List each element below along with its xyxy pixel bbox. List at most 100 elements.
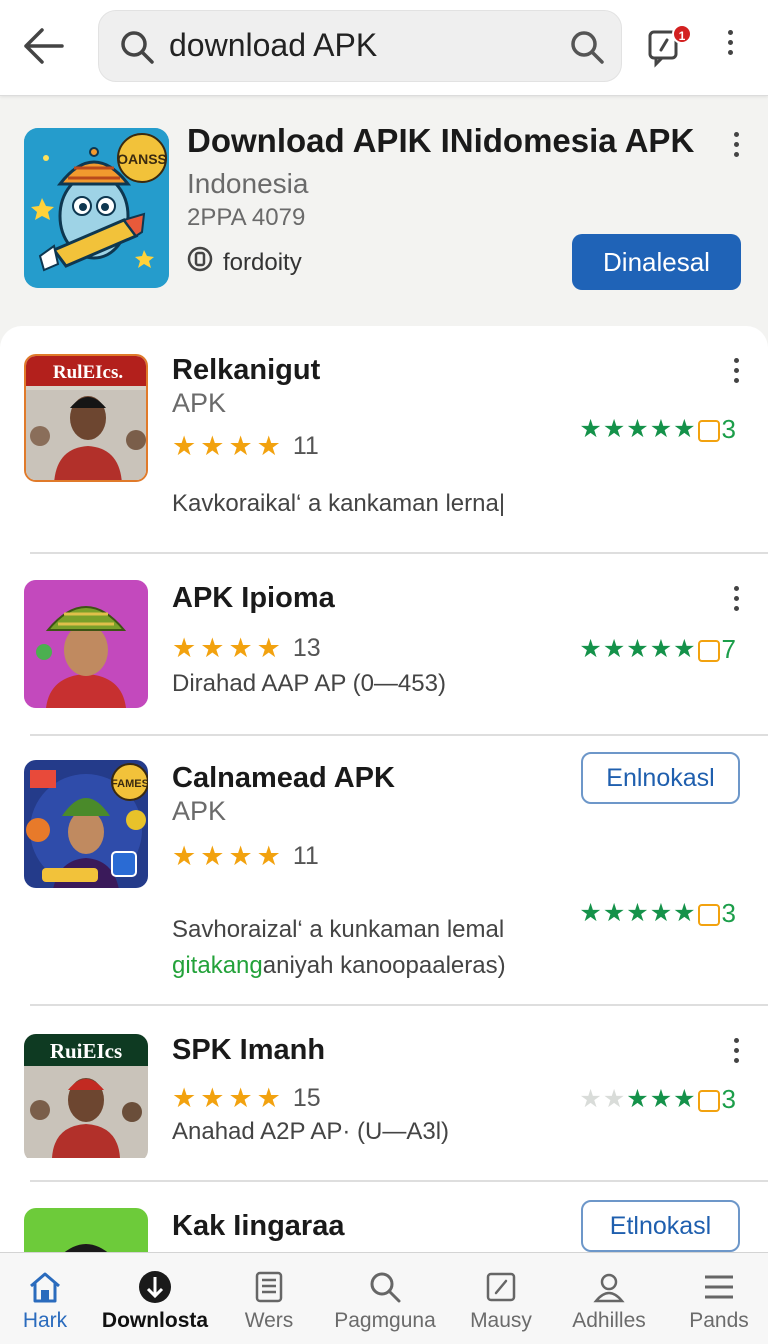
- featured-more-icon[interactable]: [724, 132, 748, 166]
- nav-tab-mausy[interactable]: Mausy: [446, 1253, 556, 1344]
- green-star-icon: ★: [602, 415, 626, 443]
- store-rating: ★ ★ ★ ★ ★ 3: [578, 898, 736, 929]
- featured-app-card[interactable]: OANSS Download APIK INidomesia APK Indon…: [0, 98, 768, 328]
- app-icon[interactable]: RuiEIcs: [24, 1034, 148, 1162]
- list-item[interactable]: Kak Iingaraa Etlnokasl: [0, 1182, 768, 1256]
- nav-tab-profile[interactable]: Adhilles: [554, 1253, 664, 1344]
- menu-icon: [701, 1269, 737, 1305]
- list-item[interactable]: FAMES Calnamead APK Enlnokasl APK ★ ★ ★ ★ 11…: [0, 736, 768, 1004]
- nav-tab-wers[interactable]: Wers: [214, 1253, 324, 1344]
- star-icon: ★: [172, 1083, 197, 1113]
- rating-badge-icon: [697, 639, 720, 662]
- app-description-line2: gitakanganiyah kanoopaaleras): [172, 952, 506, 980]
- store-rating: ★ ★ ★ ★ ★ 7: [578, 634, 736, 665]
- store-rating: ★ ★ ★ ★ ★ 3: [578, 1084, 736, 1115]
- app-icon[interactable]: RulEIcs.: [24, 354, 148, 482]
- green-star-icon: ★: [626, 1085, 649, 1113]
- search-query-text[interactable]: download APK: [169, 27, 377, 64]
- star-icon: ★: [256, 633, 281, 663]
- nav-label: Wers: [244, 1309, 294, 1332]
- app-description: Savhoraizal‘ a kunkaman lemal: [172, 916, 505, 943]
- nav-tab-search[interactable]: Pagmguna: [330, 1253, 440, 1344]
- green-star-icon: ★: [602, 1085, 626, 1113]
- green-star-icon: ★: [673, 899, 696, 927]
- app-icon[interactable]: FAMES: [24, 760, 148, 888]
- search-submit-icon[interactable]: [569, 29, 605, 70]
- store-rating-value: 7: [721, 634, 736, 664]
- app-name[interactable]: Relkanigut: [172, 354, 320, 387]
- more-options-icon[interactable]: [718, 30, 742, 66]
- green-star-icon: ★: [673, 1085, 696, 1113]
- star-icon: ★: [228, 431, 253, 461]
- green-star-icon: ★: [626, 415, 649, 443]
- app-description: Kavkoraikal‘ a kankaman lerna|: [172, 490, 506, 517]
- green-star-icon: ★: [649, 1085, 673, 1113]
- nav-label: Adhilles: [572, 1309, 646, 1332]
- star-icon: ★: [200, 841, 225, 871]
- green-star-icon: ★: [649, 899, 673, 927]
- install-button[interactable]: Enlnokasl: [581, 752, 740, 804]
- green-star-icon: ★: [673, 635, 696, 663]
- featured-app-meta: 2PPA 4079: [187, 204, 306, 231]
- star-icon: ★: [200, 633, 225, 663]
- edit-icon: [483, 1269, 519, 1305]
- app-icon[interactable]: [24, 580, 148, 708]
- item-more-icon[interactable]: [724, 586, 748, 620]
- rating-badge-icon: [697, 903, 720, 926]
- review-count: 11: [292, 842, 319, 870]
- review-count: 15: [292, 1084, 321, 1112]
- nav-label: Mausy: [470, 1309, 532, 1332]
- list-item[interactable]: APK Ipioma ★ ★ ★ ★ 13 ★ ★ ★ ★ ★ 7 Dirahad AAP AP …: [0, 554, 768, 734]
- notification-badge: 1: [672, 24, 692, 44]
- app-name[interactable]: Calnamead APK: [172, 762, 395, 795]
- developer-badge-icon: [187, 246, 213, 279]
- green-star-icon: ★: [579, 1085, 602, 1113]
- featured-app-subtitle: Indonesia: [187, 168, 309, 199]
- green-star-icon: ★: [649, 635, 673, 663]
- store-rating: ★ ★ ★ ★ ★ 3: [578, 414, 736, 445]
- nav-tab-home[interactable]: Hark: [0, 1253, 100, 1344]
- rating-badge-icon: [697, 1089, 720, 1112]
- item-more-icon[interactable]: [724, 1038, 748, 1072]
- star-icon: ★: [256, 431, 281, 461]
- store-rating-value: 3: [721, 1084, 736, 1114]
- star-icon: ★: [172, 633, 197, 663]
- list-icon: [251, 1269, 287, 1305]
- app-results-list: RulEIcs. Relkanigut APK ★ ★ ★ ★ 11 ★ ★ ★ ★ ★ 3 Ka…: [0, 326, 768, 1256]
- home-icon: [27, 1269, 63, 1305]
- green-star-icon: ★: [579, 415, 602, 443]
- app-name[interactable]: APK Ipioma: [172, 582, 335, 615]
- featured-download-button[interactable]: Dinalesal: [572, 234, 741, 290]
- nav-tab-downloads[interactable]: Downlosta: [100, 1253, 210, 1344]
- app-name[interactable]: Kak Iingaraa: [172, 1210, 344, 1243]
- nav-label: Pagmguna: [334, 1309, 436, 1332]
- green-star-icon: ★: [626, 635, 649, 663]
- nav-tab-menu[interactable]: Pands: [664, 1253, 768, 1344]
- featured-app-icon[interactable]: OANSS: [24, 128, 169, 288]
- svg-text:RuiEIcs: RuiEIcs: [50, 1039, 122, 1063]
- app-description: Anahad A2P AP· (U—A3l): [172, 1118, 450, 1145]
- list-item[interactable]: RuiEIcs SPK Imanh ★ ★ ★ ★ 15 ★ ★ ★ ★ ★ 3 Anahad A…: [0, 1006, 768, 1180]
- description-rest: aniyah kanoopaaleras): [262, 952, 506, 979]
- nav-label: Downlosta: [101, 1309, 209, 1332]
- green-star-icon: ★: [626, 899, 649, 927]
- app-icon[interactable]: [24, 1208, 148, 1256]
- star-rating: ★ ★ ★ ★ 15: [172, 1084, 321, 1113]
- featured-app-title[interactable]: Download APIK INidomesia APK: [187, 122, 694, 160]
- nav-label: Pands: [689, 1309, 749, 1332]
- description-highlight: gitakang: [172, 952, 263, 979]
- app-name[interactable]: SPK Imanh: [172, 1034, 325, 1067]
- svg-text:FAMES: FAMES: [111, 778, 148, 790]
- install-button[interactable]: Etlnokasl: [581, 1200, 740, 1252]
- download-icon: [137, 1269, 173, 1305]
- star-icon: ★: [200, 431, 225, 461]
- app-description: Dirahad AAP AP (0—453): [172, 670, 446, 697]
- star-rating: ★ ★ ★ ★ 11: [172, 432, 319, 461]
- review-count: 13: [292, 634, 321, 662]
- notifications-icon[interactable]: 1: [646, 22, 692, 70]
- nav-label: Hark: [22, 1309, 68, 1332]
- item-more-icon[interactable]: [724, 358, 748, 392]
- list-item[interactable]: RulEIcs. Relkanigut APK ★ ★ ★ ★ 11 ★ ★ ★ ★ ★ 3 Ka…: [0, 326, 768, 552]
- back-arrow-icon[interactable]: [22, 26, 66, 66]
- search-bar[interactable]: download APK: [98, 10, 622, 82]
